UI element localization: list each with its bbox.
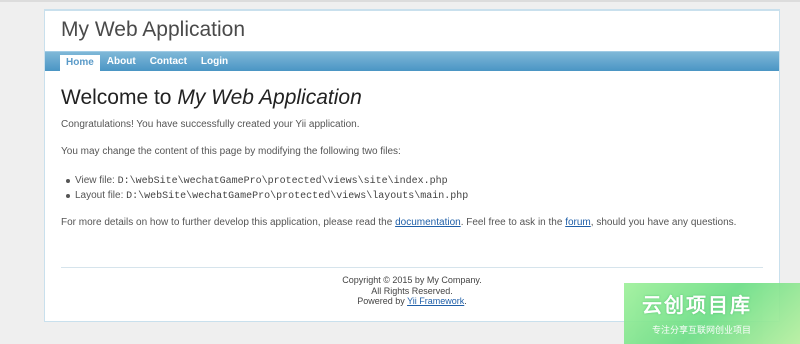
list-item-view-file: View file: D:\webSite\wechatGamePro\prot… bbox=[65, 173, 468, 188]
details-prefix: For more details on how to further devel… bbox=[61, 217, 396, 228]
yii-framework-link[interactable]: Yii Framework bbox=[407, 296, 464, 306]
main-menu: Home About Contact Login bbox=[45, 51, 779, 71]
main-content: Welcome to My Web Application Congratula… bbox=[61, 85, 771, 228]
watermark-badge: 云创项目库 专注分享互联网创业项目 bbox=[624, 283, 800, 344]
list-item-layout-file: Layout file: D:\webSite\wechatGamePro\pr… bbox=[65, 188, 469, 203]
page-title-app-name: My Web Application bbox=[177, 86, 362, 109]
details-middle: . Feel free to ask in the bbox=[460, 217, 566, 228]
page-title-prefix: Welcome to bbox=[61, 86, 178, 109]
powered-prefix: Powered by bbox=[357, 296, 408, 306]
footer-divider bbox=[61, 267, 763, 268]
menu-item-contact[interactable]: Contact bbox=[143, 52, 194, 72]
congrats-text: Congratulations! You have successfully c… bbox=[61, 119, 360, 130]
menu-item-home[interactable]: Home bbox=[60, 54, 100, 71]
details-text: For more details on how to further devel… bbox=[61, 217, 736, 228]
powered-suffix: . bbox=[464, 296, 467, 306]
site-logo[interactable]: My Web Application bbox=[61, 18, 245, 42]
view-file-label: View file: bbox=[75, 175, 118, 186]
layout-file-path: D:\webSite\wechatGamePro\protected\views… bbox=[126, 191, 469, 202]
page-title: Welcome to My Web Application bbox=[61, 85, 771, 111]
details-suffix: , should you have any questions. bbox=[590, 217, 737, 228]
menu-item-login[interactable]: Login bbox=[194, 52, 235, 72]
forum-link[interactable]: forum bbox=[565, 217, 591, 228]
documentation-link[interactable]: documentation bbox=[395, 217, 461, 228]
header: My Web Application bbox=[45, 11, 779, 51]
layout-file-label: Layout file: bbox=[75, 190, 127, 201]
view-file-path: D:\webSite\wechatGamePro\protected\views… bbox=[117, 176, 448, 187]
browser-top-line bbox=[0, 0, 800, 2]
page-container: My Web Application Home About Contact Lo… bbox=[44, 9, 780, 322]
file-list: View file: D:\webSite\wechatGamePro\prot… bbox=[65, 173, 469, 203]
menu-item-about[interactable]: About bbox=[100, 52, 143, 72]
intro-text: You may change the content of this page … bbox=[61, 146, 401, 157]
watermark-title: 云创项目库 bbox=[642, 293, 752, 317]
watermark-subtitle: 专注分享互联网创业项目 bbox=[652, 326, 752, 336]
